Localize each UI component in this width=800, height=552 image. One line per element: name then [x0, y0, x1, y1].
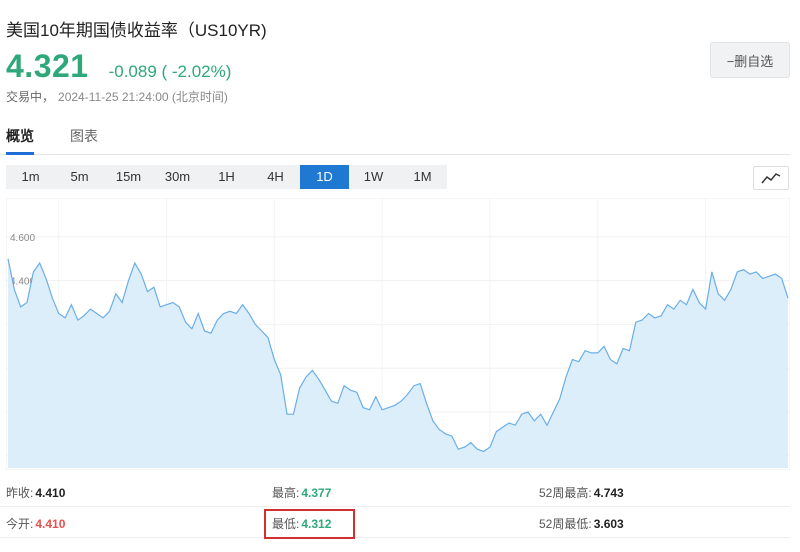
- stat-52w-low: 52周最低: 3.603: [539, 517, 624, 531]
- stats-row-2: 今开: 4.410 最低: 4.312 52周最低: 3.603: [0, 507, 790, 538]
- page-title: 美国10年期国债收益率（US10YR): [6, 21, 267, 40]
- active-tab-indicator: [6, 152, 34, 155]
- trading-status: 交易中， 2024-11-25 21:24:00 (北京时间): [6, 88, 228, 105]
- tab-bar: 概览 图表: [0, 124, 790, 155]
- period-1d[interactable]: 1D: [300, 165, 349, 189]
- stat-open: 今开: 4.410: [6, 517, 66, 531]
- current-price: 4.321: [6, 48, 89, 84]
- period-4h[interactable]: 4H: [251, 165, 300, 189]
- line-chart-icon: [761, 173, 781, 184]
- yield-chart: 4.6004.4004.2004.0003.8003.60006/1107/04…: [6, 198, 790, 470]
- price-change: -0.089 ( -2.02%): [108, 62, 232, 81]
- stats-row-1: 昨收: 4.410 最高: 4.377 52周最高: 4.743: [0, 476, 790, 507]
- status-text: 交易中，: [6, 90, 55, 104]
- period-5m[interactable]: 5m: [55, 165, 104, 189]
- period-15m[interactable]: 15m: [104, 165, 153, 189]
- tab-overview[interactable]: 概览: [6, 126, 34, 146]
- stat-prev-close: 昨收: 4.410: [6, 486, 66, 500]
- price-row: 4.321 -0.089 ( -2.02%): [6, 48, 231, 85]
- timestamp: 2024-11-25 21:24:00 (北京时间): [58, 90, 228, 104]
- period-1h[interactable]: 1H: [202, 165, 251, 189]
- period-1w[interactable]: 1W: [349, 165, 398, 189]
- low-value-highlight: [264, 509, 355, 539]
- stat-high: 最高: 4.377: [272, 486, 332, 500]
- y-tick-label: 4.600: [10, 233, 35, 244]
- stat-52w-high: 52周最高: 4.743: [539, 486, 624, 500]
- period-selector: 1m 5m 15m 30m 1H 4H 1D 1W 1M: [6, 165, 447, 189]
- period-1mo[interactable]: 1M: [398, 165, 447, 189]
- remove-watchlist-button[interactable]: −删自选: [710, 42, 790, 78]
- chart-canvas: 4.6004.4004.2004.0003.8003.60006/1107/04…: [6, 198, 790, 470]
- period-30m[interactable]: 30m: [153, 165, 202, 189]
- chart-type-button[interactable]: [753, 166, 789, 190]
- period-1m[interactable]: 1m: [6, 165, 55, 189]
- tab-chart[interactable]: 图表: [70, 126, 98, 146]
